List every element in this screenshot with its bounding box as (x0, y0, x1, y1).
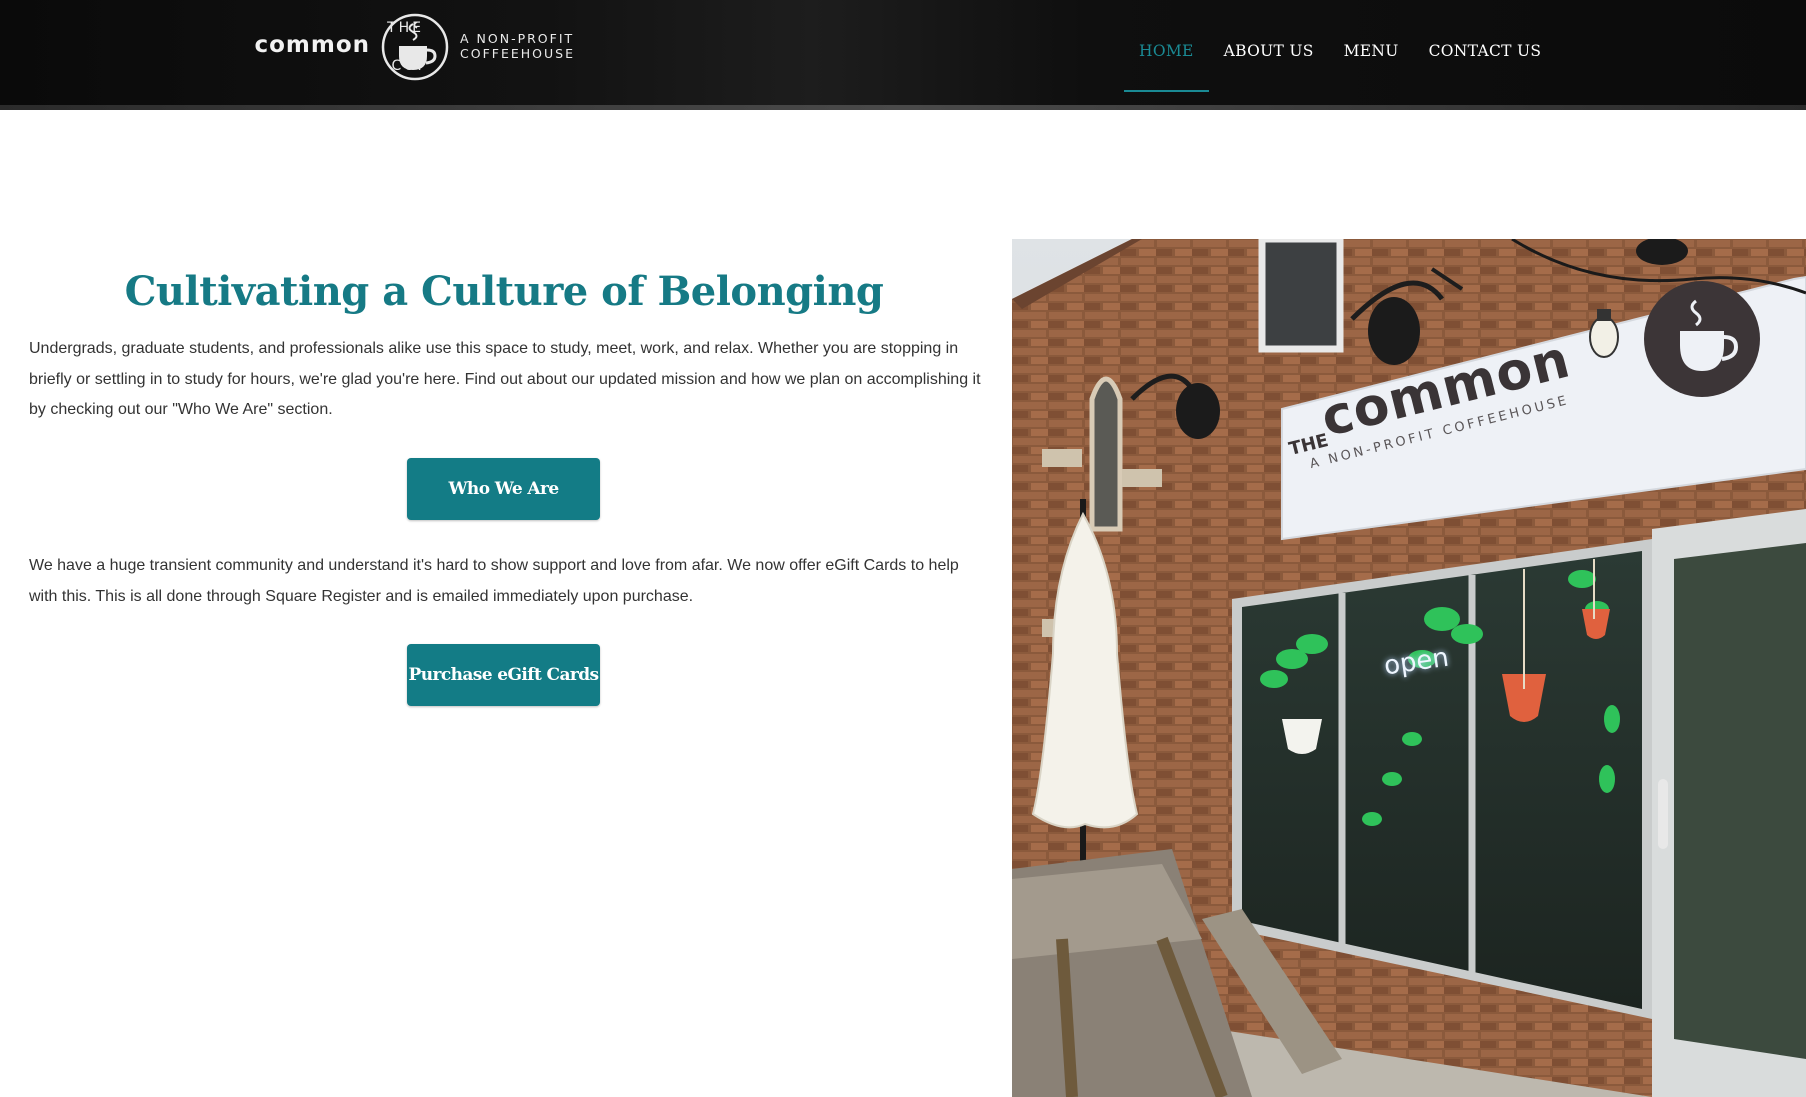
storefront-photo: THE common A NON-PROFIT COFFEEHOUSE open (1012, 239, 1806, 1097)
site-header: THE common CUP A NON-PROFIT COFFEEHOUSE … (0, 0, 1806, 110)
logo-tagline-line1: A NON-PROFIT (460, 31, 575, 46)
gift-card-paragraph: We have a huge transient community and u… (29, 557, 959, 605)
nav-home[interactable]: HOME (1124, 10, 1209, 92)
intro-paragraph: Undergrads, graduate students, and profe… (29, 340, 981, 418)
logo-tagline-line2: COFFEEHOUSE (460, 46, 575, 61)
nav-about-us[interactable]: ABOUT US (1209, 10, 1329, 92)
coffee-cup-icon (381, 13, 449, 81)
nav-contact-us[interactable]: CONTACT US (1414, 10, 1557, 92)
nav-menu[interactable]: MENU (1329, 10, 1414, 92)
purchase-egift-cards-button[interactable]: Purchase eGift Cards (407, 644, 600, 706)
page-title: Cultivating a Culture of Belonging (124, 268, 884, 315)
main-nav: HOME ABOUT US MENU CONTACT US (1124, 0, 1556, 110)
site-logo[interactable]: THE common CUP A NON-PROFIT COFFEEHOUSE (252, 12, 592, 82)
who-we-are-button[interactable]: Who We Are (407, 458, 600, 520)
logo-common-text: common (254, 32, 370, 58)
